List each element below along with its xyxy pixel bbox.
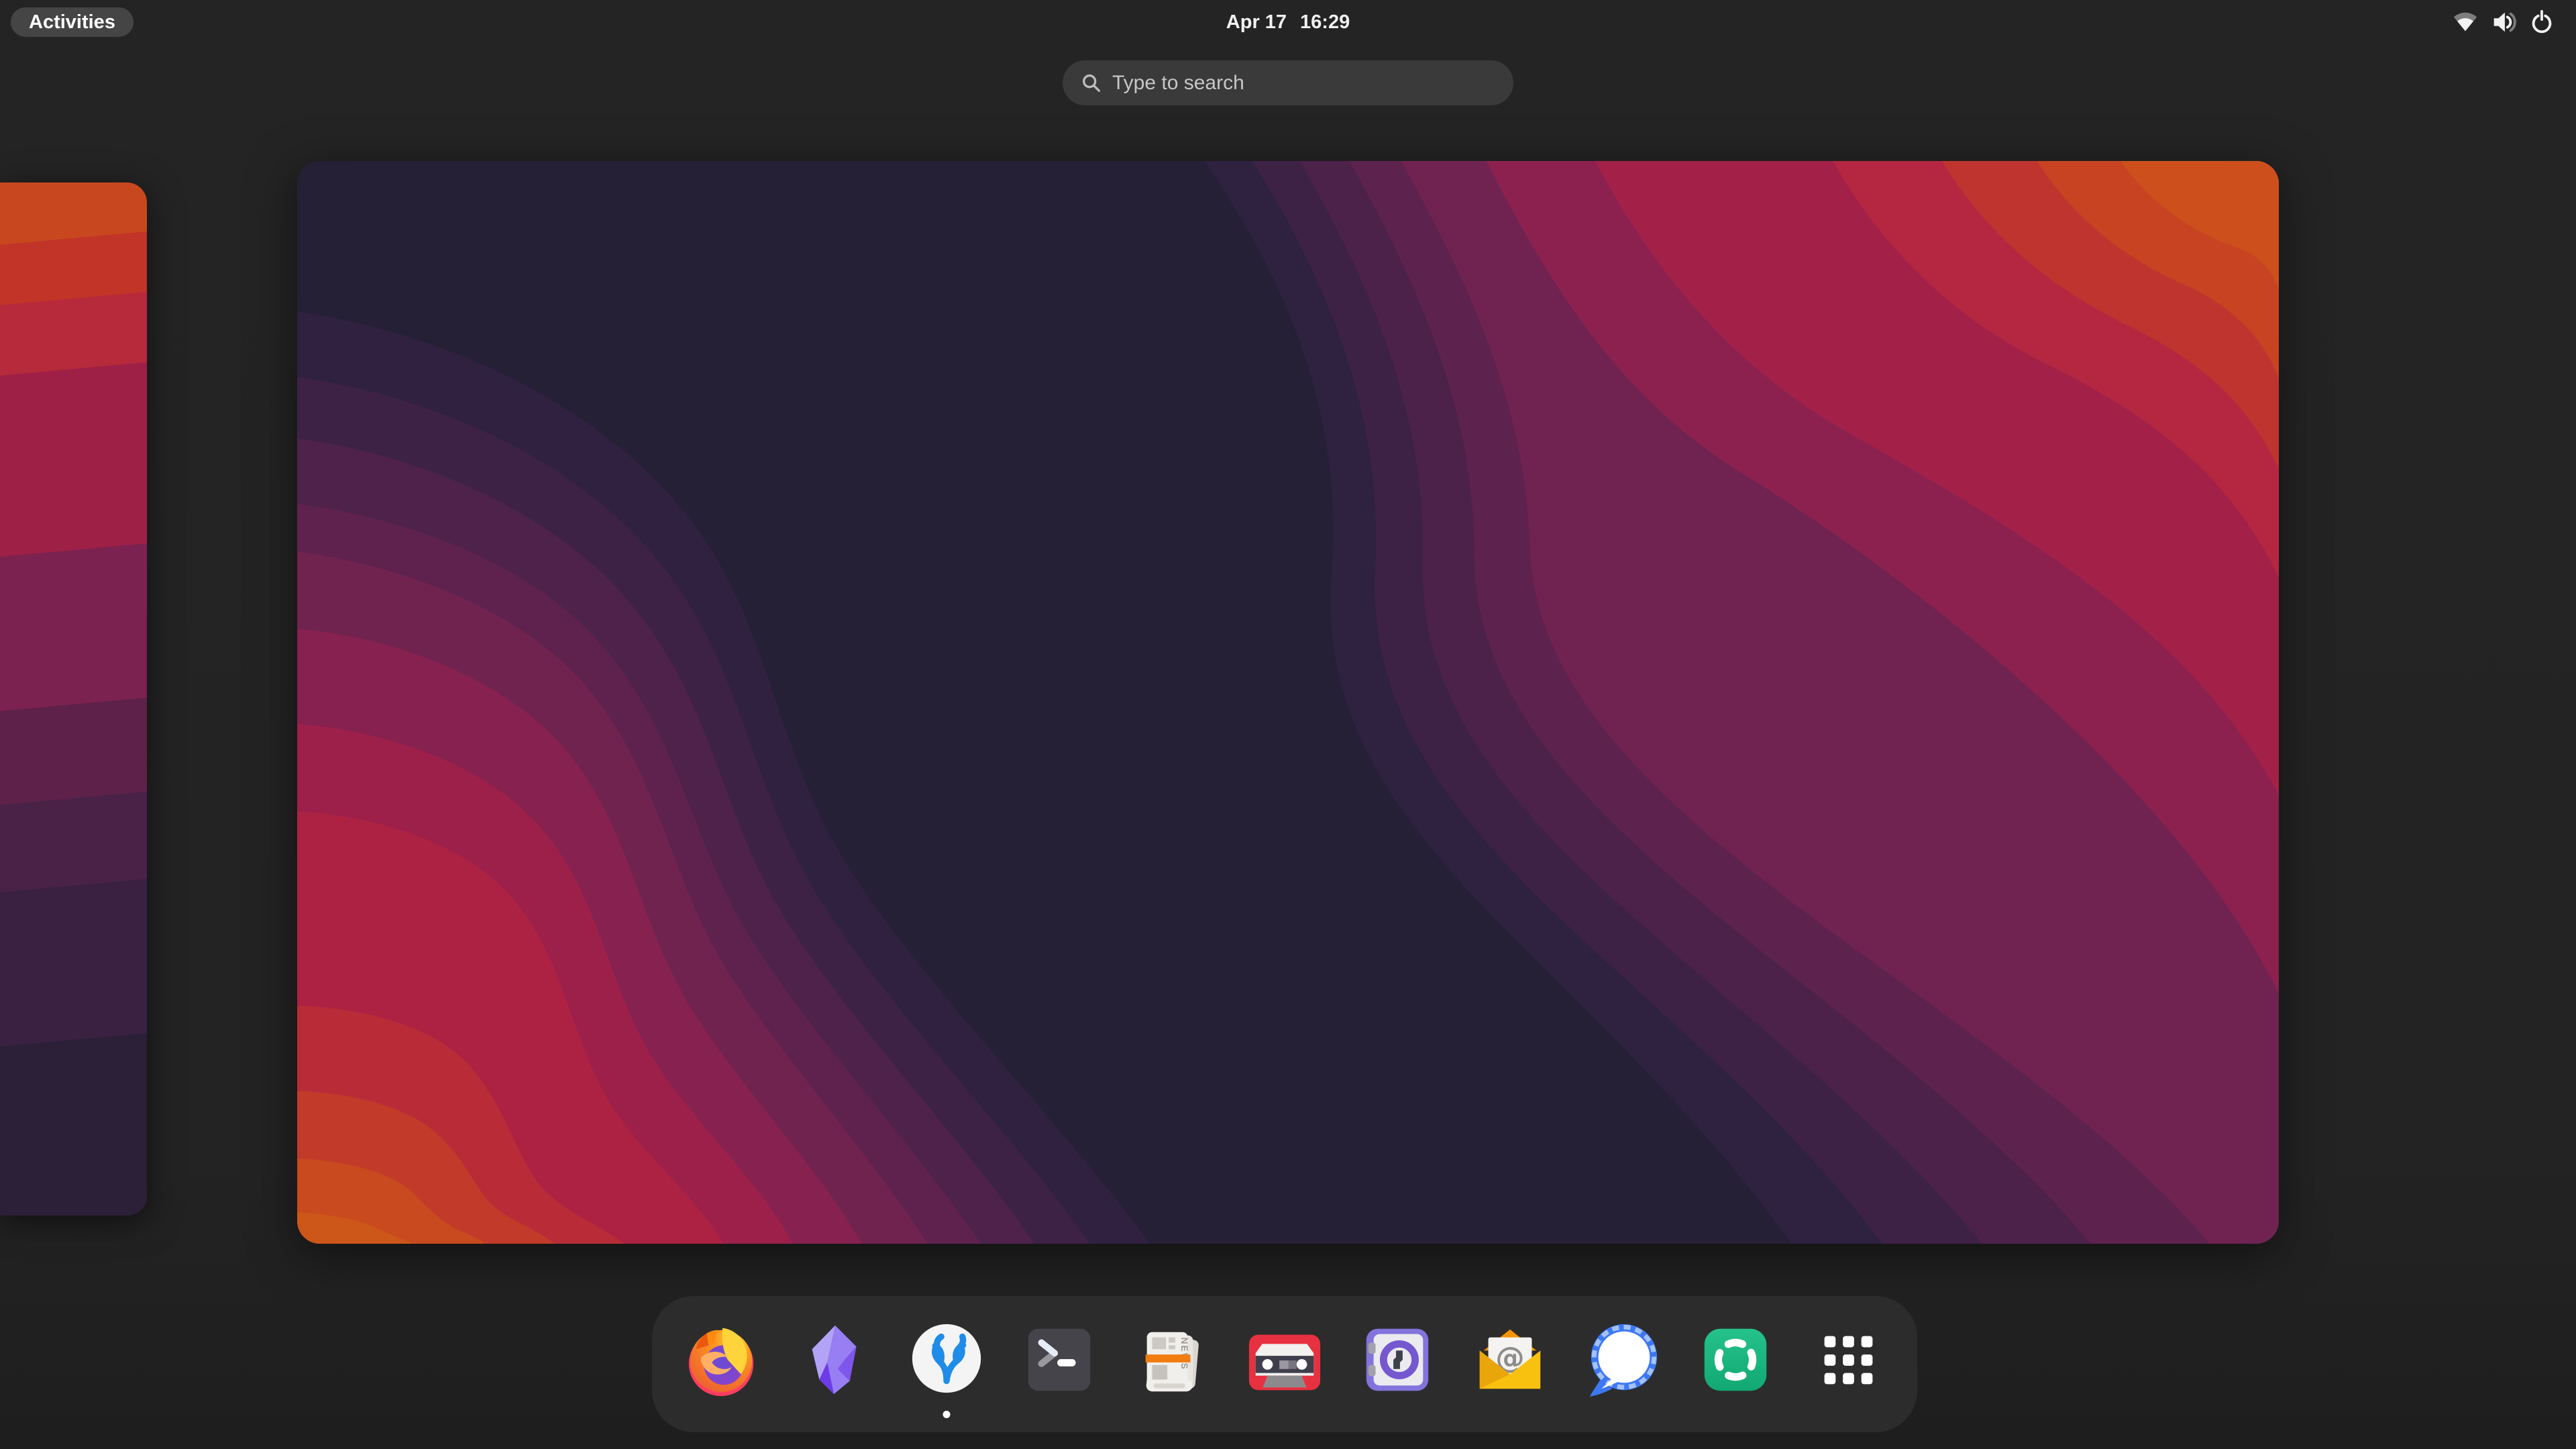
search-icon [1080, 72, 1103, 95]
dock-app-mail[interactable]: @ [1460, 1320, 1560, 1421]
dock-app-element[interactable] [1685, 1320, 1786, 1421]
dock-app-firefox[interactable] [671, 1320, 771, 1421]
1password-safe-icon [1358, 1320, 1437, 1399]
dock-app-news[interactable]: NEWS [1122, 1320, 1222, 1421]
search-placeholder: Type to search [1112, 72, 1244, 95]
vesktop-coral-icon [907, 1320, 986, 1399]
system-status-area[interactable] [2451, 0, 2556, 44]
dock-app-vesktop[interactable] [896, 1320, 997, 1421]
app-grid-icon [1809, 1320, 1888, 1399]
firefox-icon [682, 1320, 761, 1399]
geary-mail-icon: @ [1470, 1320, 1550, 1399]
gnome-overview-screen: Activities Apr 17 16:29 [0, 0, 2576, 1449]
console-terminal-icon [1020, 1320, 1099, 1399]
activities-button[interactable]: Activities [11, 7, 133, 37]
workspace-prev-wallpaper [0, 182, 147, 1216]
clock-time: 16:29 [1300, 11, 1350, 34]
top-bar: Activities Apr 17 16:29 [0, 0, 2576, 44]
cassette-player-icon [1245, 1320, 1324, 1399]
workspace-preview-current[interactable] [297, 161, 2279, 1244]
element-icon [1696, 1320, 1775, 1399]
volume-icon [2489, 8, 2518, 36]
search-field[interactable]: Type to search [1063, 60, 1513, 105]
news-reader-icon: NEWS [1132, 1320, 1212, 1399]
dock-app-console[interactable] [1009, 1320, 1110, 1421]
power-icon [2528, 8, 2556, 36]
dock-app-signal[interactable] [1572, 1320, 1673, 1421]
dock-app-cassette[interactable] [1234, 1320, 1335, 1421]
dash-dock: NEWS [652, 1296, 1917, 1432]
workspace-wallpaper [297, 161, 2279, 1244]
show-apps-button[interactable] [1798, 1320, 1898, 1421]
clock-date: Apr 17 [1226, 11, 1287, 34]
workspace-thumbnail-previous[interactable] [0, 182, 147, 1216]
dock-app-obsidian[interactable] [784, 1320, 884, 1421]
obsidian-icon [794, 1320, 873, 1399]
svg-text:NEWS: NEWS [1179, 1338, 1189, 1371]
dock-app-1password[interactable] [1347, 1320, 1448, 1421]
signal-icon [1583, 1320, 1662, 1399]
running-indicator-dot [943, 1411, 951, 1418]
wifi-icon [2451, 8, 2479, 36]
clock[interactable]: Apr 17 16:29 [0, 0, 2576, 44]
